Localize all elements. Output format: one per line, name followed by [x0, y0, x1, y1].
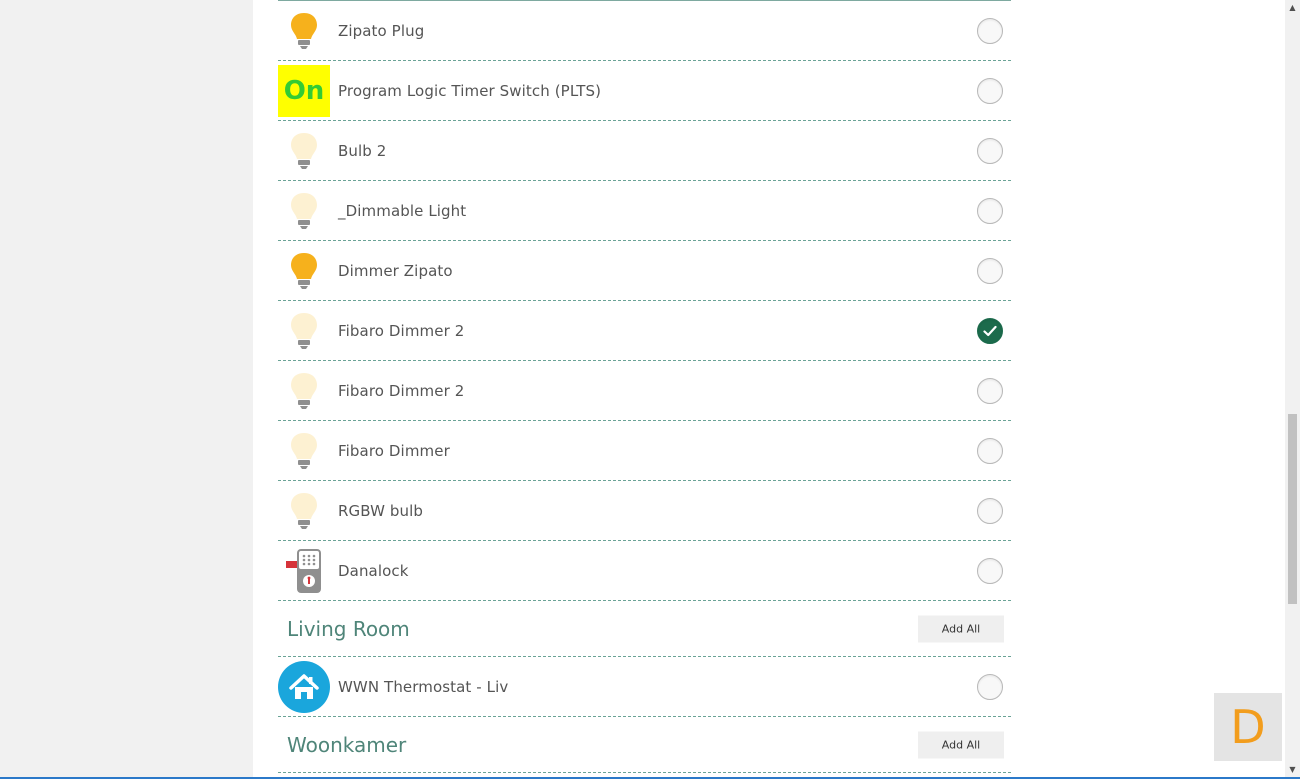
main-panel: Zipato Plug On Program Logic Timer Switc… [253, 0, 1285, 779]
lock-icon [278, 545, 330, 597]
device-name: Fibaro Dimmer [338, 441, 450, 460]
bulb-on-icon [278, 5, 330, 57]
select-checkbox[interactable] [977, 497, 1003, 524]
device-name: Danalock [338, 561, 409, 580]
on-badge-icon: On [278, 64, 330, 117]
bulb-on-icon [278, 245, 330, 297]
bulb-off-icon [278, 425, 330, 477]
bulb-off-icon [278, 125, 330, 177]
select-checkbox[interactable] [977, 77, 1003, 104]
select-checkbox[interactable] [977, 437, 1003, 464]
device-row-dimmer-zipato[interactable]: Dimmer Zipato [278, 241, 1011, 301]
device-name: Fibaro Dimmer 2 [338, 321, 465, 340]
checkmark-icon [983, 325, 997, 336]
select-checkbox[interactable] [977, 673, 1003, 700]
scroll-down-arrow-icon[interactable]: ▼ [1287, 764, 1298, 775]
floating-d-button[interactable]: D [1214, 693, 1282, 761]
room-title: Woonkamer [287, 732, 407, 757]
select-checkbox[interactable] [977, 377, 1003, 404]
device-row-plts[interactable]: On Program Logic Timer Switch (PLTS) [278, 61, 1011, 121]
device-row-fibaro-dimmer-2[interactable]: Fibaro Dimmer 2 [278, 301, 1011, 361]
scrollbar-thumb[interactable] [1288, 414, 1297, 604]
select-checkbox[interactable] [977, 137, 1003, 164]
device-name: Fibaro Dimmer 2 [338, 381, 465, 400]
home-icon [278, 660, 330, 713]
device-row-fibaro-dimmer-2[interactable]: Fibaro Dimmer 2 [278, 361, 1011, 421]
device-row-fibaro-dimmer[interactable]: Fibaro Dimmer [278, 421, 1011, 481]
device-name: Program Logic Timer Switch (PLTS) [338, 81, 602, 100]
room-header-living-room: Living Room Add All [278, 601, 1011, 657]
select-checkbox[interactable] [977, 557, 1003, 584]
bulb-off-icon [278, 305, 330, 357]
d-logo-icon: D [1230, 700, 1266, 754]
device-name: WWN Thermostat - Liv [338, 677, 509, 696]
vertical-scrollbar[interactable]: ▲ ▼ [1285, 0, 1300, 779]
add-all-button[interactable]: Add All [918, 731, 1004, 758]
device-name: Dimmer Zipato [338, 261, 453, 280]
device-row-danalock[interactable]: Danalock [278, 541, 1011, 601]
device-name: Bulb 2 [338, 141, 387, 160]
bulb-off-icon [278, 365, 330, 417]
device-name: RGBW bulb [338, 501, 424, 520]
device-row-dimmable-light[interactable]: _Dimmable Light [278, 181, 1011, 241]
device-row-zipato-plug[interactable]: Zipato Plug [278, 1, 1011, 61]
select-checkbox[interactable] [977, 257, 1003, 284]
device-name: Zipato Plug [338, 21, 425, 40]
device-list: Zipato Plug On Program Logic Timer Switc… [278, 0, 1011, 773]
select-checkbox[interactable] [977, 17, 1003, 44]
device-row-bulb-2[interactable]: Bulb 2 [278, 121, 1011, 181]
bulb-off-icon [278, 485, 330, 537]
device-row-rgbw-bulb[interactable]: RGBW bulb [278, 481, 1011, 541]
room-title: Living Room [287, 616, 410, 641]
select-checkbox[interactable] [977, 197, 1003, 224]
select-checkbox-checked[interactable] [977, 317, 1003, 344]
scroll-up-arrow-icon[interactable]: ▲ [1287, 2, 1298, 13]
add-all-button[interactable]: Add All [918, 615, 1004, 642]
on-badge: On [278, 64, 330, 117]
device-row-wwn-thermostat[interactable]: WWN Thermostat - Liv [278, 657, 1011, 717]
room-header-woonkamer: Woonkamer Add All [278, 717, 1011, 773]
device-name: _Dimmable Light [338, 201, 467, 220]
bulb-off-icon [278, 185, 330, 237]
